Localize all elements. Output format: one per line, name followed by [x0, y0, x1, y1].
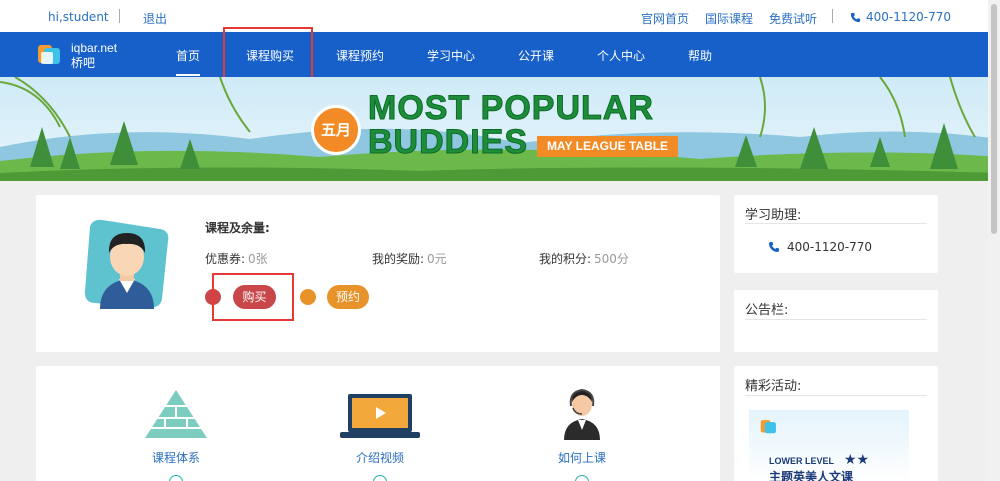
- profile-card: 课程及余量: 优惠券: 0张 我的奖励: 0元 我的积分: 500分 购买 预约: [36, 195, 720, 352]
- divider: [832, 9, 833, 23]
- feature-intro-video[interactable]: 介绍视频: [339, 392, 421, 481]
- pyramid-icon: [145, 390, 207, 438]
- promo-banner[interactable]: 五月 MOST POPULAR BUDDIES MAY LEAGUE TABLE: [0, 77, 1000, 181]
- activity-title: 精彩活动:: [745, 379, 802, 394]
- avatar: [84, 219, 169, 309]
- coupon-value: 0张: [248, 252, 268, 266]
- promo-level: LOWER LEVEL: [769, 456, 834, 466]
- scrollbar-thumb[interactable]: [991, 4, 997, 234]
- divider: [745, 395, 927, 396]
- banner-title-line2: BUDDIES: [367, 123, 529, 162]
- phone-number: 400-1120-770: [866, 10, 952, 24]
- assistant-title: 学习助理:: [745, 208, 802, 223]
- main-nav: iqbar.net 桥吧 首页 课程购买 课程预约 学习中心 公开课 个人中心 …: [0, 32, 1000, 77]
- nav-personal-center[interactable]: 个人中心: [597, 47, 645, 64]
- phone-icon: [769, 242, 779, 252]
- chevron-right-icon[interactable]: [575, 475, 589, 481]
- banner-tag: MAY LEAGUE TABLE: [537, 136, 678, 157]
- promo-logo-icon: [760, 420, 776, 434]
- feature-how-to-class[interactable]: 如何上课: [547, 386, 617, 481]
- nav-open-class[interactable]: 公开课: [518, 47, 554, 64]
- phone-contact: 400-1120-770: [850, 10, 951, 24]
- official-home-link[interactable]: 官网首页: [641, 10, 689, 27]
- points-value: 500分: [594, 252, 629, 266]
- activity-card: 精彩活动: LOWER LEVEL ★★ 主题英美人文课: [734, 366, 938, 481]
- reward-label: 我的奖励:: [372, 252, 425, 266]
- course-balance-title: 课程及余量:: [205, 221, 270, 235]
- video-icon: [340, 394, 420, 438]
- logo-domain: iqbar.net: [71, 41, 118, 55]
- feature-label: 如何上课: [557, 451, 606, 465]
- notice-card: 公告栏:: [734, 290, 938, 352]
- highlight-box: [223, 27, 313, 84]
- logo-mark-icon: [38, 45, 60, 64]
- greeting-text: hi,student: [48, 10, 109, 24]
- notice-title: 公告栏:: [745, 303, 789, 318]
- promo-text: 主题英美人文课: [769, 470, 854, 481]
- logout-link[interactable]: 退出: [143, 10, 167, 27]
- chevron-right-icon[interactable]: [373, 475, 387, 481]
- star-icon: ★★: [844, 452, 870, 468]
- feature-label: 课程体系: [151, 451, 200, 465]
- top-bar: hi,student 退出 官网首页 国际课程 免费试听 400-1120-77…: [0, 0, 1000, 32]
- phone-icon: [850, 12, 861, 22]
- page-scrollbar[interactable]: [988, 0, 1000, 481]
- assistant-phone: 400-1120-770: [787, 240, 873, 254]
- top-links: 官网首页 国际课程 免费试听: [641, 10, 833, 27]
- reward-value: 0元: [427, 252, 447, 266]
- divider: [745, 319, 927, 320]
- book-button[interactable]: 预约: [327, 285, 369, 309]
- logo[interactable]: iqbar.net 桥吧: [37, 40, 127, 70]
- divider: [745, 223, 927, 224]
- highlight-box: [212, 273, 294, 321]
- logo-name: 桥吧: [71, 56, 96, 70]
- divider: [119, 9, 120, 23]
- teacher-headset-icon: [564, 388, 600, 440]
- nav-course-booking[interactable]: 课程预约: [336, 47, 384, 64]
- features-card: 课程体系 介绍视频 如何上课: [36, 366, 720, 481]
- points-label: 我的积分:: [539, 252, 592, 266]
- calendar-icon: [300, 289, 316, 305]
- feature-label: 介绍视频: [355, 451, 404, 465]
- assistant-card: 学习助理: 400-1120-770: [734, 195, 938, 273]
- nav-home[interactable]: 首页: [176, 47, 201, 76]
- coupon-label: 优惠券:: [205, 252, 246, 266]
- banner-month-badge: 五月: [311, 105, 361, 155]
- nav-help[interactable]: 帮助: [688, 47, 712, 64]
- chevron-right-icon[interactable]: [169, 475, 183, 481]
- activity-promo-image[interactable]: LOWER LEVEL ★★ 主题英美人文课: [749, 410, 909, 481]
- feature-course-system[interactable]: 课程体系: [141, 388, 211, 481]
- intl-course-link[interactable]: 国际课程: [705, 10, 753, 27]
- free-trial-link[interactable]: 免费试听: [769, 10, 817, 27]
- nav-learning-center[interactable]: 学习中心: [427, 47, 475, 64]
